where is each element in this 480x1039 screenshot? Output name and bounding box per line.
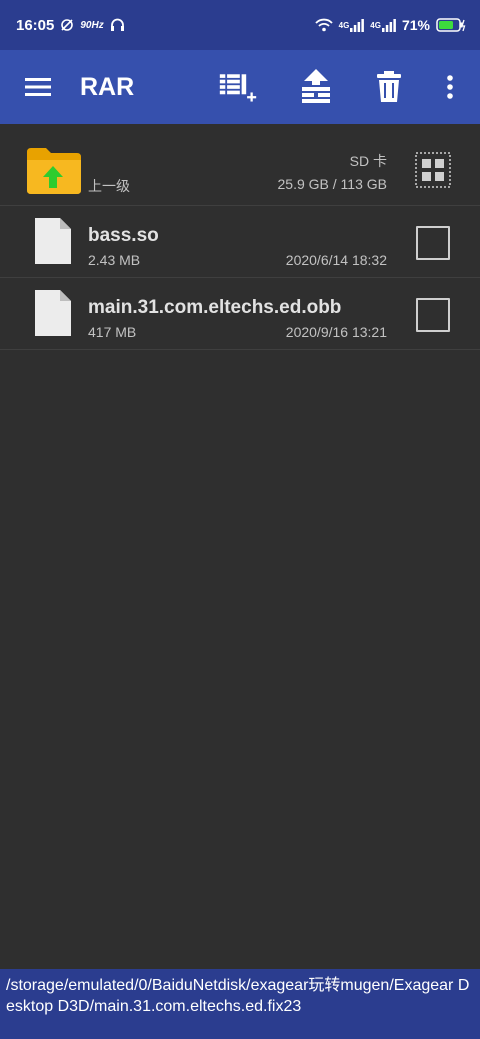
app-title: RAR xyxy=(80,72,135,101)
file-row-bass-so[interactable]: bass.so 2.43 MB 2020/6/14 18:32 xyxy=(0,206,480,278)
storage-usage: 25.9 GB / 113 GB xyxy=(277,176,387,192)
app-bar: RAR xyxy=(0,50,480,124)
file-icon xyxy=(34,289,72,337)
parent-folder-row[interactable]: 上一级 SD 卡 25.9 GB / 113 GB xyxy=(0,124,480,206)
file-modified: 2020/6/14 18:32 xyxy=(285,252,387,268)
storage-label: SD 卡 xyxy=(349,153,387,169)
file-checkbox[interactable] xyxy=(416,226,450,260)
file-name: bass.so xyxy=(88,225,159,246)
status-bar: 16:05 90Hz 4G 4G 71% xyxy=(0,0,480,50)
parent-folder-label: 上一级 xyxy=(88,178,130,194)
file-icon xyxy=(34,217,72,265)
battery-charging-icon xyxy=(436,18,466,32)
alarm-off-icon xyxy=(60,18,74,32)
more-vert-icon[interactable] xyxy=(430,67,470,107)
grid-view-icon[interactable] xyxy=(414,151,452,189)
signal-icon: 4G xyxy=(339,18,365,32)
rar-file-browser: 16:05 90Hz 4G 4G 71% RAR 上一级 SD 卡 25.9 G… xyxy=(0,0,480,1039)
file-size: 417 MB xyxy=(88,324,137,340)
current-path: /storage/emulated/0/BaiduNetdisk/exagear… xyxy=(6,977,470,1015)
headphones-icon xyxy=(110,18,125,32)
signal-icon-2: 4G xyxy=(370,18,396,32)
delete-icon[interactable] xyxy=(369,67,409,107)
file-row-main-obb[interactable]: main.31.com.eltechs.ed.obb 417 MB 2020/9… xyxy=(0,278,480,350)
folder-up-icon xyxy=(26,146,82,196)
file-size: 2.43 MB xyxy=(88,252,141,268)
battery-percent: 71% xyxy=(401,17,430,33)
file-modified: 2020/9/16 13:21 xyxy=(285,324,387,340)
wifi-icon xyxy=(314,18,333,32)
refresh-rate-label: 90Hz xyxy=(80,19,104,31)
add-to-archive-icon[interactable] xyxy=(218,67,258,107)
menu-icon[interactable] xyxy=(18,67,58,107)
file-name: main.31.com.eltechs.ed.obb xyxy=(88,297,342,318)
extract-up-icon[interactable] xyxy=(296,67,336,107)
status-time: 16:05 xyxy=(16,16,55,34)
current-path-bar: /storage/emulated/0/BaiduNetdisk/exagear… xyxy=(0,969,480,1039)
file-checkbox[interactable] xyxy=(416,298,450,332)
file-list: 上一级 SD 卡 25.9 GB / 113 GB bass.so 2.43 M… xyxy=(0,124,480,350)
